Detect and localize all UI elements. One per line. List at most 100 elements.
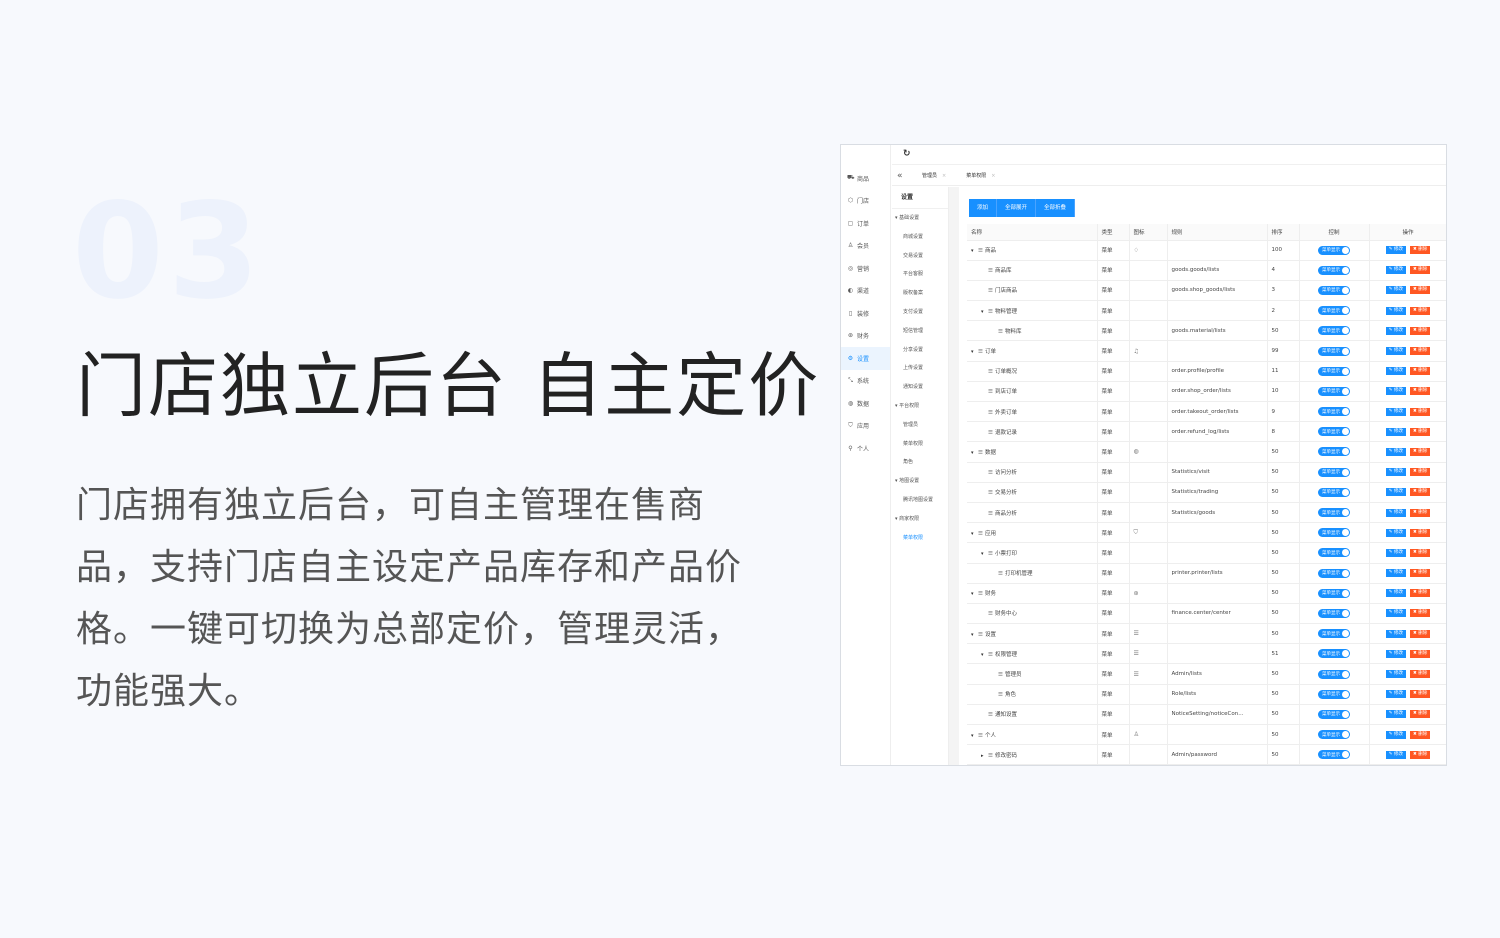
nav-item-1[interactable]: ⬡ 门店 xyxy=(841,190,890,213)
delete-button[interactable]: ✖ 删除 xyxy=(1410,367,1431,376)
edit-button[interactable]: ✎ 修改 xyxy=(1385,347,1406,356)
sub-nav-item[interactable]: 菜单权限 xyxy=(892,529,948,548)
menu-display-toggle[interactable]: 菜单显示 xyxy=(1318,407,1350,417)
delete-button[interactable]: ✖ 删除 xyxy=(1410,569,1431,578)
menu-display-toggle[interactable]: 菜单显示 xyxy=(1318,326,1350,336)
menu-display-toggle[interactable]: 菜单显示 xyxy=(1318,265,1350,275)
sub-nav-item[interactable]: ▾ 平台权限 xyxy=(892,397,948,416)
nav-item-10[interactable]: ◍ 数据 xyxy=(841,392,890,415)
menu-display-toggle[interactable]: 菜单显示 xyxy=(1318,750,1350,760)
edit-button[interactable]: ✎ 修改 xyxy=(1385,488,1406,497)
edit-button[interactable]: ✎ 修改 xyxy=(1385,649,1406,658)
edit-button[interactable]: ✎ 修改 xyxy=(1385,427,1406,436)
menu-display-toggle[interactable]: 菜单显示 xyxy=(1318,447,1350,457)
sub-nav-item[interactable]: ▾ 基础设置 xyxy=(892,209,948,228)
menu-display-toggle[interactable]: 菜单显示 xyxy=(1318,649,1350,659)
edit-button[interactable]: ✎ 修改 xyxy=(1385,629,1406,638)
nav-item-0[interactable]: ⛟ 商品 xyxy=(841,167,890,190)
sub-nav-item[interactable]: 上传设置 xyxy=(892,359,948,378)
refresh-icon[interactable]: ↻ xyxy=(903,149,911,159)
delete-button[interactable]: ✖ 删除 xyxy=(1410,488,1431,497)
expand-toggle-icon[interactable]: ▾ xyxy=(981,309,988,315)
edit-button[interactable]: ✎ 修改 xyxy=(1385,407,1406,416)
menu-display-toggle[interactable]: 菜单显示 xyxy=(1318,285,1350,295)
toolbar-button-1[interactable]: 全部展开 xyxy=(997,199,1037,217)
delete-button[interactable]: ✖ 删除 xyxy=(1410,730,1431,739)
expand-toggle-icon[interactable]: ▾ xyxy=(971,591,978,597)
edit-button[interactable]: ✎ 修改 xyxy=(1385,569,1406,578)
delete-button[interactable]: ✖ 删除 xyxy=(1410,609,1431,618)
delete-button[interactable]: ✖ 删除 xyxy=(1410,629,1431,638)
delete-button[interactable]: ✖ 删除 xyxy=(1410,528,1431,537)
close-icon[interactable]: × xyxy=(991,173,995,179)
sub-nav-item[interactable]: 分享设置 xyxy=(892,341,948,360)
tab-item[interactable]: 管理员 × xyxy=(912,172,956,179)
sub-nav-item[interactable]: 通知设置 xyxy=(892,378,948,397)
toolbar-button-0[interactable]: 添加 xyxy=(969,199,998,217)
delete-button[interactable]: ✖ 删除 xyxy=(1410,750,1431,759)
toolbar-button-2[interactable]: 全部折叠 xyxy=(1036,199,1076,217)
edit-button[interactable]: ✎ 修改 xyxy=(1385,447,1406,456)
edit-button[interactable]: ✎ 修改 xyxy=(1385,266,1406,275)
edit-button[interactable]: ✎ 修改 xyxy=(1385,367,1406,376)
expand-toggle-icon[interactable]: ▾ xyxy=(971,531,978,537)
sub-nav-item[interactable]: 交易设置 xyxy=(892,247,948,266)
nav-item-12[interactable]: ⚲ 个人 xyxy=(841,437,890,460)
scrollbar[interactable] xyxy=(949,187,959,765)
delete-button[interactable]: ✖ 删除 xyxy=(1410,407,1431,416)
edit-button[interactable]: ✎ 修改 xyxy=(1385,306,1406,315)
nav-item-2[interactable]: ▢ 订单 xyxy=(841,212,890,235)
expand-toggle-icon[interactable]: ▾ xyxy=(971,248,978,254)
delete-button[interactable]: ✖ 删除 xyxy=(1410,548,1431,557)
delete-button[interactable]: ✖ 删除 xyxy=(1410,468,1431,477)
delete-button[interactable]: ✖ 删除 xyxy=(1410,286,1431,295)
delete-button[interactable]: ✖ 删除 xyxy=(1410,266,1431,275)
menu-display-toggle[interactable]: 菜单显示 xyxy=(1318,487,1350,497)
sub-nav-item[interactable]: 短信管理 xyxy=(892,322,948,341)
expand-toggle-icon[interactable]: ▾ xyxy=(971,349,978,355)
sub-nav-item[interactable]: 版权备案 xyxy=(892,284,948,303)
nav-item-5[interactable]: ◐ 渠道 xyxy=(841,280,890,303)
edit-button[interactable]: ✎ 修改 xyxy=(1385,508,1406,517)
menu-display-toggle[interactable]: 菜单显示 xyxy=(1318,689,1350,699)
menu-display-toggle[interactable]: 菜单显示 xyxy=(1318,366,1350,376)
expand-toggle-icon[interactable]: ▾ xyxy=(971,450,978,456)
close-icon[interactable]: × xyxy=(942,173,946,179)
expand-toggle-icon[interactable]: ▾ xyxy=(981,551,988,557)
expand-toggle-icon[interactable]: ▾ xyxy=(971,733,978,739)
nav-item-4[interactable]: ◎ 营销 xyxy=(841,257,890,280)
menu-display-toggle[interactable]: 菜单显示 xyxy=(1318,730,1350,740)
edit-button[interactable]: ✎ 修改 xyxy=(1385,589,1406,598)
delete-button[interactable]: ✖ 删除 xyxy=(1410,326,1431,335)
delete-button[interactable]: ✖ 删除 xyxy=(1410,589,1431,598)
menu-display-toggle[interactable]: 菜单显示 xyxy=(1318,608,1350,618)
delete-button[interactable]: ✖ 删除 xyxy=(1410,347,1431,356)
delete-button[interactable]: ✖ 删除 xyxy=(1410,387,1431,396)
edit-button[interactable]: ✎ 修改 xyxy=(1385,468,1406,477)
delete-button[interactable]: ✖ 删除 xyxy=(1410,710,1431,719)
delete-button[interactable]: ✖ 删除 xyxy=(1410,508,1431,517)
edit-button[interactable]: ✎ 修改 xyxy=(1385,528,1406,537)
menu-display-toggle[interactable]: 菜单显示 xyxy=(1318,346,1350,356)
edit-button[interactable]: ✎ 修改 xyxy=(1385,286,1406,295)
sub-nav-item[interactable]: ▾ 商家权限 xyxy=(892,510,948,529)
menu-display-toggle[interactable]: 菜单显示 xyxy=(1318,588,1350,598)
edit-button[interactable]: ✎ 修改 xyxy=(1385,730,1406,739)
delete-button[interactable]: ✖ 删除 xyxy=(1410,670,1431,679)
nav-item-11[interactable]: ⛉ 应用 xyxy=(841,415,890,438)
expand-toggle-icon[interactable]: ▾ xyxy=(971,632,978,638)
delete-button[interactable]: ✖ 删除 xyxy=(1410,306,1431,315)
menu-display-toggle[interactable]: 菜单显示 xyxy=(1318,709,1350,719)
menu-display-toggle[interactable]: 菜单显示 xyxy=(1318,245,1350,255)
sub-nav-item[interactable]: 商城设置 xyxy=(892,228,948,247)
menu-display-toggle[interactable]: 菜单显示 xyxy=(1318,508,1350,518)
delete-button[interactable]: ✖ 删除 xyxy=(1410,427,1431,436)
nav-item-8[interactable]: ⚙ 设置 xyxy=(841,347,890,370)
menu-display-toggle[interactable]: 菜单显示 xyxy=(1318,629,1350,639)
edit-button[interactable]: ✎ 修改 xyxy=(1385,387,1406,396)
sub-nav-item[interactable]: 腾讯地图设置 xyxy=(892,491,948,510)
menu-display-toggle[interactable]: 菜单显示 xyxy=(1318,467,1350,477)
sub-nav-item[interactable]: 支付设置 xyxy=(892,303,948,322)
expand-toggle-icon[interactable]: ▾ xyxy=(981,652,988,658)
tab-item[interactable]: 菜单权限 × xyxy=(956,172,1005,179)
